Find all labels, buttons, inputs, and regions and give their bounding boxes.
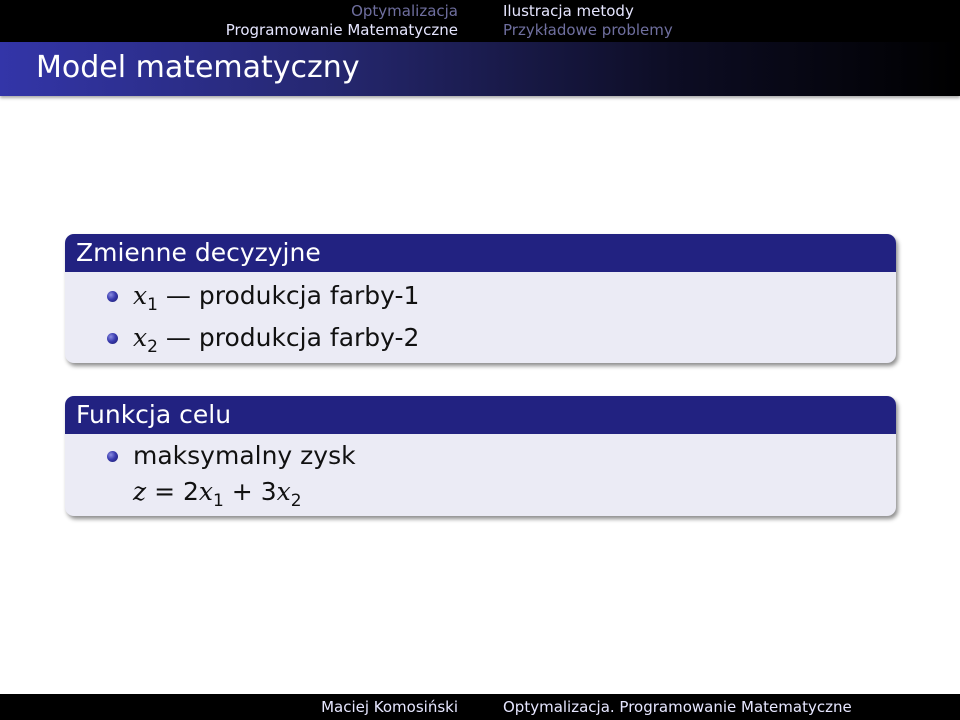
formula-var-1: x — [198, 477, 214, 506]
item-text: produkcja farby-1 — [198, 281, 420, 310]
bullet-icon — [107, 291, 118, 302]
nav-link-programowanie[interactable]: Programowanie Matematyczne — [226, 21, 458, 40]
top-navigation-bar: Optymalizacja Programowanie Matematyczne… — [0, 0, 960, 42]
nav-section-right: Ilustracja metody Przykładowe problemy — [503, 2, 673, 40]
frame-title: Model matematyczny — [36, 50, 360, 85]
item-content: x2 — produkcja farby-2 — [133, 318, 419, 363]
bullet-icon — [107, 333, 118, 344]
variable-subscript: 2 — [147, 337, 158, 357]
footer-title: Optymalizacja. Programowanie Matematyczn… — [503, 698, 852, 716]
formula-sub-1: 1 — [213, 491, 224, 511]
footer-bar: Maciej Komosiński Optymalizacja. Program… — [0, 694, 960, 720]
formula-plus: + 3 — [223, 477, 277, 506]
footer-author: Maciej Komosiński — [321, 698, 458, 716]
bullet-icon — [107, 451, 118, 462]
item-text: maksymalny zysk — [133, 441, 356, 470]
nav-section-left: Optymalizacja Programowanie Matematyczne — [226, 2, 458, 40]
item-text: produkcja farby-2 — [198, 323, 420, 352]
nav-link-przyklady[interactable]: Przykładowe problemy — [503, 21, 673, 40]
dash-separator: — — [157, 323, 199, 352]
frame-title-bar: Model matematyczny — [0, 42, 960, 96]
variable-symbol: x — [133, 323, 148, 352]
formula-var-2: x — [276, 477, 291, 506]
formula-lhs: z — [133, 477, 147, 506]
objective-formula: z = 2x1 + 3x2 — [133, 472, 302, 516]
nav-link-ilustracja[interactable]: Ilustracja metody — [503, 2, 673, 21]
formula-eq: = 2 — [146, 477, 199, 506]
block-title: Zmienne decyzyjne — [65, 234, 896, 272]
dash-separator: — — [157, 281, 199, 310]
variable-symbol: x — [133, 281, 148, 310]
nav-link-optymalizacja[interactable]: Optymalizacja — [226, 2, 458, 21]
block-objective-function: Funkcja celu maksymalny zysk z = 2x1 + 3… — [65, 396, 896, 516]
formula-sub-2: 2 — [290, 491, 302, 511]
block-decision-variables: Zmienne decyzyjne x1 — produkcja farby-1… — [65, 234, 896, 363]
variable-subscript: 1 — [147, 295, 158, 315]
block-title: Funkcja celu — [65, 396, 896, 434]
